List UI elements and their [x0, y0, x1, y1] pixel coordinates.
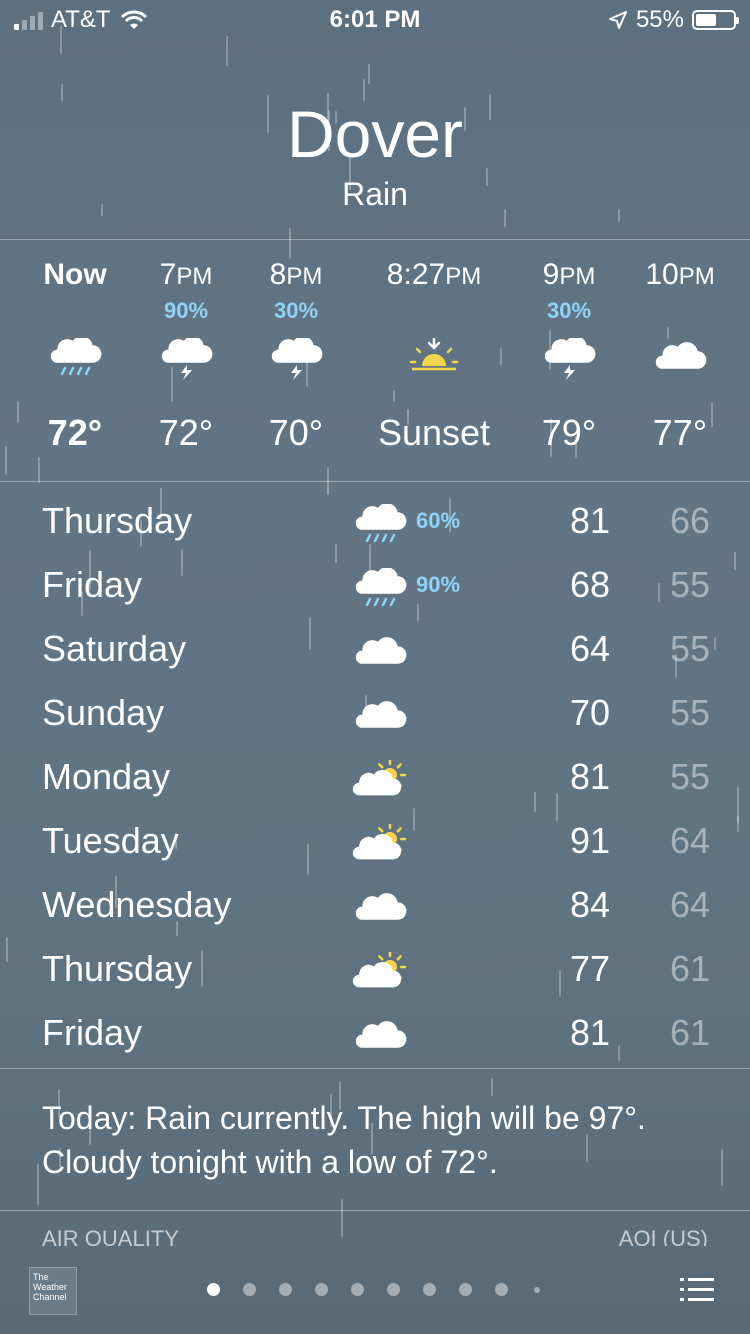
daily-row: Tuesday 91 64: [0, 818, 750, 882]
bottom-toolbar: The Weather Channel: [0, 1247, 750, 1334]
hourly-temp: Sunset: [377, 412, 491, 453]
daily-low: 55: [669, 628, 710, 669]
battery-percent: 55%: [635, 6, 684, 33]
divider: [0, 1068, 750, 1069]
daily-row: Friday 90% 68 55: [0, 562, 750, 626]
page-dot[interactable]: [279, 1283, 292, 1296]
daily-row: Thursday 77 61: [0, 946, 750, 1010]
daily-low: 61: [669, 948, 710, 989]
page-dot[interactable]: [207, 1283, 220, 1296]
daily-precip: 90%: [416, 572, 461, 597]
sunset-icon: [369, 338, 499, 382]
location-arrow-icon: [608, 11, 627, 29]
daily-low: 55: [669, 564, 710, 605]
rain-cloud-icon: [350, 503, 410, 550]
day-name: Friday: [42, 1012, 143, 1053]
day-name: Sunday: [42, 692, 165, 733]
daily-low: 61: [669, 1012, 710, 1053]
day-name: Friday: [42, 564, 143, 605]
rain-streak: [368, 64, 370, 84]
page-dot[interactable]: [459, 1283, 472, 1296]
daily-row: Friday 81 61: [0, 1010, 750, 1074]
forecast-summary: Today: Rain currently. The high will be …: [42, 1096, 722, 1184]
daily-row: Monday 81 55: [0, 754, 750, 818]
partly-sunny-icon: [350, 758, 410, 806]
daily-low: 55: [669, 756, 710, 797]
daily-row: Saturday 64 55: [0, 626, 750, 690]
daily-high: 84: [569, 884, 610, 925]
daily-high: 81: [569, 1012, 610, 1053]
page-dot[interactable]: [534, 1287, 540, 1293]
cloud-icon: [350, 696, 410, 742]
page-dot[interactable]: [387, 1283, 400, 1296]
daily-low: 64: [669, 884, 710, 925]
rain-cloud-icon: [350, 567, 410, 614]
hourly-time: 8:27PM: [386, 258, 482, 291]
cloud-icon: [350, 632, 410, 678]
cloud-icon: [350, 888, 410, 934]
partly-sunny-icon: [350, 822, 410, 870]
status-bar: AT&T 6:01 PM 55%: [0, 0, 750, 40]
battery-icon: [692, 10, 739, 30]
hourly-precip: 30%: [546, 298, 592, 323]
city-name: Dover: [286, 97, 464, 171]
current-condition: Rain: [342, 176, 408, 212]
air-quality-header[interactable]: AIR QUALITY AQI (US): [42, 1226, 708, 1246]
rain-streak: [226, 36, 228, 66]
divider: [0, 1210, 750, 1211]
page-dot[interactable]: [423, 1283, 436, 1296]
daily-row: Sunday 70 55: [0, 690, 750, 754]
day-name: Saturday: [42, 628, 187, 669]
daily-high: 81: [569, 500, 610, 541]
day-name: Thursday: [42, 500, 193, 541]
partly-sunny-icon: [350, 950, 410, 998]
daily-row: Thursday 60% 81 66: [0, 498, 750, 562]
summary-line: Today: Rain currently. The high will be …: [42, 1100, 646, 1136]
air-quality-label: AIR QUALITY: [42, 1226, 179, 1246]
summary-line: Cloudy tonight with a low of 72°.: [42, 1144, 498, 1180]
page-dot[interactable]: [315, 1283, 328, 1296]
cloud-icon: [350, 1016, 410, 1062]
aqi-unit-label: AQI (US): [618, 1226, 708, 1246]
rain-streak: [491, 1078, 493, 1096]
day-name: Thursday: [42, 948, 193, 989]
hourly-temp: 70°: [268, 412, 324, 453]
daily-high: 77: [569, 948, 610, 989]
daily-low: 64: [669, 820, 710, 861]
cloud-icon: [615, 338, 745, 382]
hourly-forecast[interactable]: Now 72° 7PM 90% 72° 8PM 30% 70° 8:27PM Sunset…: [0, 258, 750, 458]
daily-high: 81: [569, 756, 610, 797]
rain-streak: [38, 457, 40, 483]
hourly-temp: 77°: [652, 412, 708, 453]
page-dot[interactable]: [351, 1283, 364, 1296]
daily-low: 55: [669, 692, 710, 733]
status-right: 55%: [608, 6, 739, 34]
page-indicator[interactable]: [0, 1281, 750, 1297]
hourly-time: 8PM: [269, 258, 323, 291]
daily-precip: 60%: [416, 508, 461, 533]
page-dot[interactable]: [495, 1283, 508, 1296]
hourly-precip: 30%: [273, 298, 319, 323]
hourly-item: 10PM 77°: [615, 258, 745, 453]
divider: [0, 239, 750, 240]
hourly-time: 10PM: [645, 258, 715, 291]
daily-low: 66: [669, 500, 710, 541]
hourly-item: 8:27PM Sunset: [369, 258, 499, 453]
hourly-item: 8PM 30% 70°: [231, 258, 361, 453]
page-dot[interactable]: [243, 1283, 256, 1296]
daily-high: 68: [569, 564, 610, 605]
day-name: Wednesday: [42, 884, 232, 925]
day-name: Monday: [42, 756, 171, 797]
list-icon[interactable]: [680, 1277, 714, 1303]
day-name: Tuesday: [42, 820, 179, 861]
rain-streak: [37, 1164, 39, 1205]
daily-row: Wednesday 84 64: [0, 882, 750, 946]
daily-high: 64: [569, 628, 610, 669]
divider: [0, 481, 750, 482]
rain-streak: [289, 228, 291, 259]
daily-high: 70: [569, 692, 610, 733]
thunderstorm-icon: [231, 338, 361, 382]
daily-high: 91: [569, 820, 610, 861]
